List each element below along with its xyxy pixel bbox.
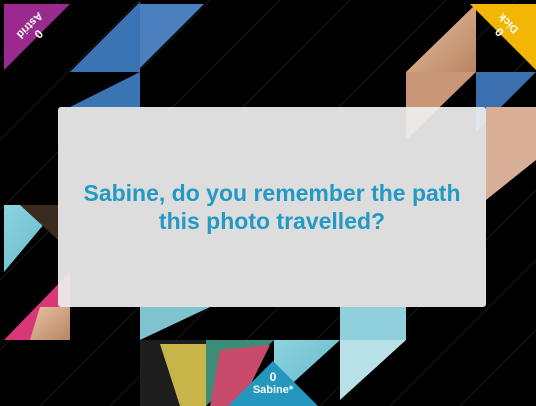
tile-photo-bottom-8[interactable] bbox=[340, 340, 406, 400]
player-sabine-label: 0 Sabine* bbox=[243, 370, 303, 397]
tile-blue-top[interactable] bbox=[70, 2, 140, 72]
player-name: Sabine* bbox=[252, 384, 294, 396]
tile-photo-right[interactable] bbox=[486, 107, 536, 200]
tile-photo-bottom-7[interactable] bbox=[340, 307, 406, 340]
tile-photo-top-right[interactable] bbox=[406, 4, 476, 72]
question-text: Sabine, do you remember the path this ph… bbox=[83, 180, 461, 234]
tile-photo-bottom-1[interactable] bbox=[140, 307, 210, 340]
tile-blue-mid[interactable] bbox=[70, 72, 140, 107]
question-panel: Sabine, do you remember the path this ph… bbox=[58, 107, 486, 307]
tile-blue-top-2[interactable] bbox=[140, 4, 204, 68]
player-score: 0 bbox=[269, 370, 277, 384]
